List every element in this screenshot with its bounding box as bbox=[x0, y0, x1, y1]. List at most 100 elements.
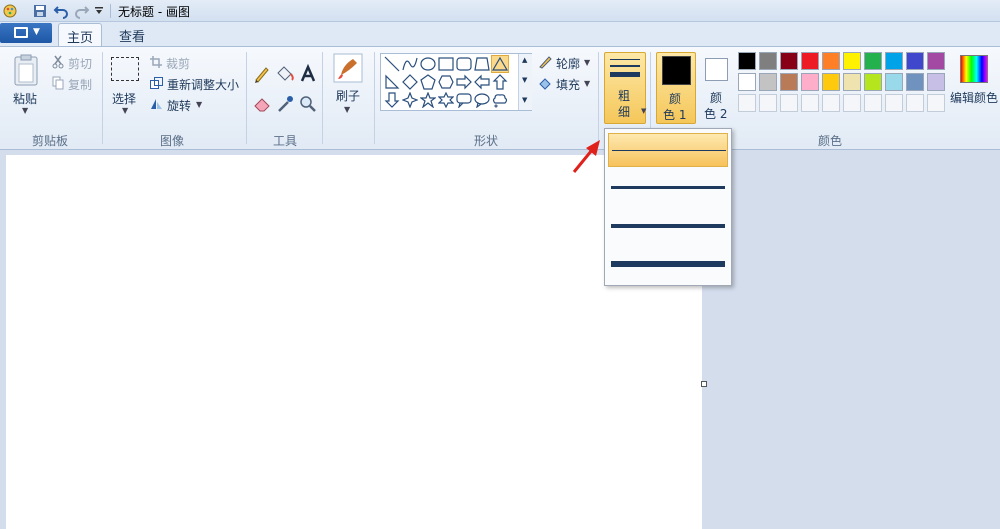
five-point-star-shape-icon[interactable] bbox=[420, 92, 436, 108]
chevron-down-icon: ▼ bbox=[584, 58, 591, 67]
file-menu-button[interactable]: ▼ bbox=[0, 23, 52, 43]
custom-color-slot[interactable] bbox=[759, 94, 777, 112]
color-swatch[interactable] bbox=[822, 73, 840, 91]
size-option-5px[interactable] bbox=[608, 207, 728, 241]
custom-color-slot[interactable] bbox=[801, 94, 819, 112]
cloud-callout-shape-icon[interactable] bbox=[492, 92, 508, 108]
crop-button[interactable]: 裁剪 bbox=[150, 55, 200, 71]
size-option-3px[interactable] bbox=[608, 169, 728, 203]
right-triangle-shape-icon[interactable] bbox=[384, 74, 400, 90]
color-swatch[interactable] bbox=[801, 73, 819, 91]
color-swatch[interactable] bbox=[780, 52, 798, 70]
line-shape-icon[interactable] bbox=[384, 56, 400, 72]
color-swatch[interactable] bbox=[843, 73, 861, 91]
pencil-button[interactable] bbox=[252, 64, 272, 84]
select-label: 选择 bbox=[112, 92, 137, 106]
custom-color-slot[interactable] bbox=[780, 94, 798, 112]
polygon-shape-icon[interactable] bbox=[474, 56, 490, 72]
rounded-callout-shape-icon[interactable] bbox=[456, 92, 472, 108]
title-bar: 无标题 - 画图 bbox=[0, 0, 1000, 22]
paste-button[interactable]: 粘贴 ▼ bbox=[8, 54, 46, 120]
chevron-up-icon[interactable]: ▲ bbox=[522, 56, 527, 64]
cut-button[interactable]: 剪切 bbox=[52, 55, 96, 71]
fill-button[interactable]: 填充 ▼ bbox=[538, 76, 594, 92]
diamond-shape-icon[interactable] bbox=[402, 74, 418, 90]
color-picker-button[interactable] bbox=[274, 94, 296, 114]
save-icon[interactable] bbox=[32, 3, 48, 19]
color-swatch[interactable] bbox=[759, 73, 777, 91]
copy-label: 复制 bbox=[68, 78, 93, 92]
rotate-icon bbox=[151, 99, 162, 109]
edit-colors-button[interactable]: 编辑颜色 bbox=[950, 52, 998, 124]
rounded-rectangle-shape-icon[interactable] bbox=[456, 56, 472, 72]
color-1-label-bottom: 色 1 bbox=[663, 108, 687, 122]
four-point-star-shape-icon[interactable] bbox=[402, 92, 418, 108]
custom-color-slot[interactable] bbox=[885, 94, 903, 112]
color-swatch[interactable] bbox=[759, 52, 777, 70]
six-point-star-shape-icon[interactable] bbox=[438, 92, 454, 108]
custom-color-slot[interactable] bbox=[864, 94, 882, 112]
custom-color-slot[interactable] bbox=[738, 94, 756, 112]
select-icon bbox=[111, 57, 139, 81]
left-arrow-shape-icon[interactable] bbox=[474, 74, 490, 90]
right-arrow-shape-icon[interactable] bbox=[456, 74, 472, 90]
magnifier-button[interactable] bbox=[298, 94, 318, 114]
color-swatch[interactable] bbox=[864, 73, 882, 91]
color-swatch[interactable] bbox=[927, 73, 945, 91]
customize-quick-access-icon[interactable] bbox=[95, 7, 103, 15]
color-swatch[interactable] bbox=[822, 52, 840, 70]
chevron-down-icon[interactable]: ▼ bbox=[522, 76, 527, 84]
color-swatch[interactable] bbox=[885, 73, 903, 91]
tab-view[interactable]: 查看 bbox=[110, 23, 154, 47]
color-palette bbox=[738, 52, 950, 116]
size-label-top: 粗 bbox=[618, 89, 631, 103]
hexagon-shape-icon[interactable] bbox=[438, 74, 454, 90]
expand-gallery-icon[interactable]: ▼ bbox=[522, 96, 527, 104]
custom-color-slot[interactable] bbox=[927, 94, 945, 112]
color-2-button[interactable]: 颜 色 2 bbox=[700, 52, 734, 124]
cut-label: 剪切 bbox=[68, 57, 93, 71]
color-swatch[interactable] bbox=[906, 52, 924, 70]
custom-color-slot[interactable] bbox=[822, 94, 840, 112]
size-option-1px[interactable] bbox=[608, 133, 728, 167]
rotate-button[interactable]: 旋转 ▼ bbox=[150, 97, 206, 113]
outline-button[interactable]: 轮廓 ▼ bbox=[538, 55, 594, 71]
color-swatch[interactable] bbox=[906, 73, 924, 91]
text-button[interactable] bbox=[298, 63, 318, 84]
curve-shape-icon[interactable] bbox=[402, 56, 418, 72]
oval-callout-shape-icon[interactable] bbox=[474, 92, 490, 108]
fill-bucket-button[interactable] bbox=[274, 64, 296, 84]
rectangle-shape-icon[interactable] bbox=[438, 56, 454, 72]
pentagon-shape-icon[interactable] bbox=[420, 74, 436, 90]
color-swatch[interactable] bbox=[738, 73, 756, 91]
color-swatch[interactable] bbox=[738, 52, 756, 70]
outline-icon bbox=[539, 56, 552, 69]
down-arrow-shape-icon[interactable] bbox=[384, 92, 400, 108]
custom-color-slot[interactable] bbox=[906, 94, 924, 112]
size-option-8px[interactable] bbox=[608, 245, 728, 279]
custom-color-slot[interactable] bbox=[843, 94, 861, 112]
triangle-shape-icon[interactable] bbox=[491, 55, 509, 73]
color-swatch[interactable] bbox=[843, 52, 861, 70]
size-button[interactable]: 粗 细 ▼ bbox=[604, 52, 646, 124]
color-swatch[interactable] bbox=[885, 52, 903, 70]
color-swatch[interactable] bbox=[801, 52, 819, 70]
up-arrow-shape-icon[interactable] bbox=[492, 74, 508, 90]
color-swatch[interactable] bbox=[780, 73, 798, 91]
shapes-scrollbar[interactable]: ▲ ▼ ▼ bbox=[518, 54, 532, 110]
color-swatch[interactable] bbox=[927, 52, 945, 70]
undo-icon[interactable] bbox=[53, 3, 69, 19]
copy-button[interactable]: 复制 bbox=[52, 76, 96, 92]
group-separator bbox=[598, 52, 599, 144]
color-1-button[interactable]: 颜 色 1 bbox=[656, 52, 696, 124]
color-swatch[interactable] bbox=[864, 52, 882, 70]
canvas-resize-handle[interactable] bbox=[701, 381, 707, 387]
select-button[interactable]: 选择 ▼ bbox=[108, 54, 144, 120]
resize-button[interactable]: 重新调整大小 bbox=[150, 76, 242, 92]
tab-home[interactable]: 主页 bbox=[58, 23, 102, 47]
oval-shape-icon[interactable] bbox=[420, 56, 436, 72]
redo-icon[interactable] bbox=[74, 3, 90, 19]
brushes-button[interactable]: 刷子 ▼ bbox=[330, 53, 366, 119]
eraser-button[interactable] bbox=[252, 94, 272, 114]
drawing-canvas[interactable] bbox=[6, 155, 702, 529]
